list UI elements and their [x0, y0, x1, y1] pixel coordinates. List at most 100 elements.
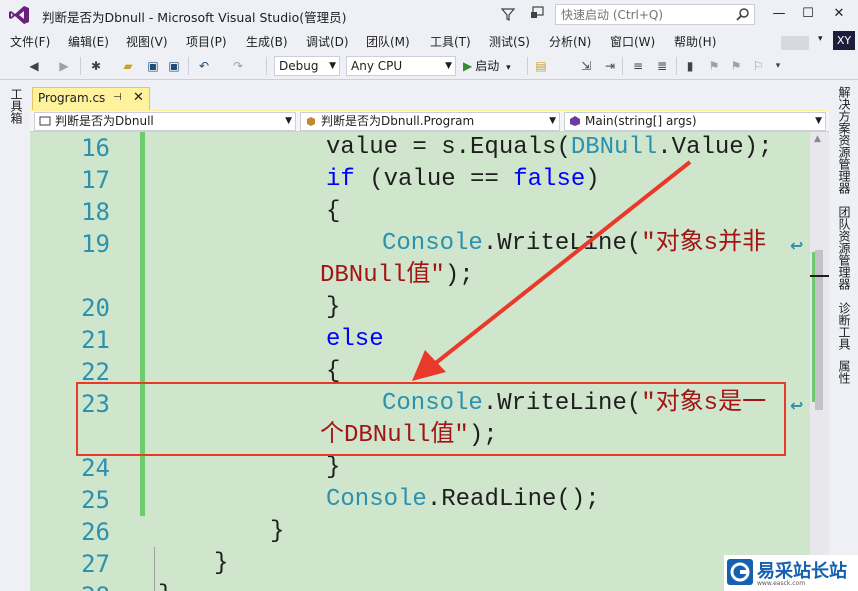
- pin-icon[interactable]: ⊣: [113, 92, 122, 103]
- line-number: 20: [81, 294, 110, 322]
- code-token-string: "对象s并非: [641, 230, 767, 257]
- annotation-highlight-box: [76, 382, 786, 456]
- class-icon: [307, 117, 315, 126]
- scrollbar-caret-marker: [810, 275, 829, 277]
- toolbox-tab[interactable]: 工具箱: [8, 88, 25, 124]
- comment-icon[interactable]: ≡: [630, 58, 646, 74]
- step-over-icon[interactable]: ⇥: [602, 58, 618, 74]
- properties-tab[interactable]: 属性: [836, 360, 853, 384]
- clear-bookmarks-icon[interactable]: ⚐: [750, 58, 766, 74]
- navigate-forward-icon[interactable]: ▶: [56, 58, 72, 74]
- menu-team[interactable]: 团队(M): [366, 33, 410, 50]
- menu-debug[interactable]: 调试(D): [306, 33, 349, 50]
- code-token: (value ==: [354, 166, 514, 193]
- close-button[interactable]: ✕: [828, 4, 850, 24]
- chevron-down-icon: ▼: [445, 61, 452, 71]
- open-file-icon[interactable]: ▰: [120, 58, 136, 74]
- change-tracking-bar: [140, 132, 145, 516]
- code-editor[interactable]: 16 17 18 19 20 21 22 23 24 25 26 27 28 v…: [30, 132, 810, 591]
- line-number: 28: [30, 580, 110, 591]
- find-in-files-icon[interactable]: ▤: [533, 58, 549, 74]
- member-dropdown[interactable]: Main(string[] args) ▼: [564, 112, 826, 131]
- step-into-icon[interactable]: ⇲: [578, 58, 594, 74]
- menu-analyze[interactable]: 分析(N): [549, 33, 591, 50]
- close-icon[interactable]: ✕: [133, 90, 144, 105]
- toolbar-separator: [622, 57, 623, 75]
- navigate-back-icon[interactable]: ◀: [26, 58, 42, 74]
- minimize-button[interactable]: —: [768, 4, 790, 24]
- next-bookmark-icon[interactable]: ⚑: [728, 58, 744, 74]
- code-line-27: }: [214, 550, 229, 577]
- redo-icon[interactable]: ↷: [230, 58, 246, 74]
- menu-project[interactable]: 项目(P): [186, 33, 227, 50]
- code-token-keyword: if: [326, 166, 355, 193]
- type-dropdown-value: 判断是否为Dbnull.Program: [321, 114, 475, 128]
- chevron-down-icon: ▾: [506, 63, 511, 73]
- navigation-bar: 判断是否为Dbnull ▼ 判断是否为Dbnull.Program ▼ Main…: [30, 111, 829, 132]
- project-dropdown[interactable]: 判断是否为Dbnull ▼: [34, 112, 296, 131]
- line-number: 21: [81, 326, 110, 354]
- code-line-20: }: [326, 294, 341, 321]
- standard-toolbar: ◀ ▶ ✱ ▰ ▣ ▣ ↶ ↷ Debug ▼ Any CPU ▼ ▶ 启动 ▾ …: [0, 52, 858, 80]
- code-token-string: DBNull值": [320, 262, 445, 289]
- scrollbar-thumb[interactable]: [815, 250, 823, 410]
- menu-build[interactable]: 生成(B): [246, 33, 288, 50]
- solution-explorer-tab[interactable]: 解决方案资源管理器: [836, 86, 853, 194]
- feedback-icon[interactable]: [530, 5, 546, 21]
- toolbar-separator: [527, 57, 528, 75]
- solution-configuration-select[interactable]: Debug ▼: [274, 56, 340, 76]
- save-all-icon[interactable]: ▣: [166, 58, 182, 74]
- project-dropdown-value: 判断是否为Dbnull: [55, 114, 154, 128]
- menu-window[interactable]: 窗口(W): [610, 33, 655, 50]
- notification-filter-icon[interactable]: [500, 6, 516, 22]
- code-line-28: }: [158, 580, 172, 591]
- quick-launch-box[interactable]: [555, 4, 755, 25]
- bookmark-icon[interactable]: ▮: [682, 58, 698, 74]
- user-name-blurred[interactable]: [781, 36, 809, 50]
- toolbar-separator: [676, 57, 677, 75]
- method-icon: [570, 116, 580, 126]
- menu-edit[interactable]: 编辑(E): [68, 33, 109, 50]
- team-explorer-tab[interactable]: 团队资源管理器: [836, 206, 853, 290]
- code-token: .Value);: [657, 134, 773, 161]
- code-token: );: [444, 262, 474, 289]
- solution-platform-select[interactable]: Any CPU ▼: [346, 56, 456, 76]
- code-token-type: DBNull: [570, 134, 658, 161]
- prev-bookmark-icon[interactable]: ⚑: [706, 58, 722, 74]
- uncomment-icon[interactable]: ≣: [654, 58, 670, 74]
- code-token: value = s.Equals(: [326, 134, 571, 161]
- line-number: 25: [81, 486, 110, 514]
- word-wrap-glyph-icon: ↩: [790, 236, 804, 255]
- tab-program-cs[interactable]: Program.cs ⊣ ✕: [32, 87, 150, 110]
- outlining-guide: [154, 547, 155, 591]
- line-number: 26: [81, 518, 110, 546]
- menu-help[interactable]: 帮助(H): [674, 33, 716, 50]
- code-token-type: Console: [382, 230, 483, 257]
- scroll-up-icon[interactable]: ▲: [814, 134, 821, 144]
- watermark-logo-icon: [727, 559, 753, 585]
- quick-launch-input[interactable]: [556, 5, 726, 24]
- search-icon[interactable]: [736, 7, 750, 21]
- menu-file[interactable]: 文件(F): [10, 33, 50, 50]
- chevron-down-icon: ▼: [549, 116, 556, 126]
- account-dropdown-icon[interactable]: ▾: [818, 34, 823, 44]
- diagnostic-tools-tab[interactable]: 诊断工具: [836, 302, 853, 350]
- undo-icon[interactable]: ↶: [196, 58, 212, 74]
- save-icon[interactable]: ▣: [145, 58, 161, 74]
- avatar[interactable]: XY: [833, 31, 855, 50]
- code-token: ): [585, 166, 600, 193]
- menu-tools[interactable]: 工具(T): [430, 33, 471, 50]
- menu-test[interactable]: 测试(S): [489, 33, 530, 50]
- chevron-down-icon: ▼: [815, 116, 822, 126]
- code-line-25: Console.ReadLine();: [326, 484, 600, 516]
- new-project-icon[interactable]: ✱: [88, 58, 104, 74]
- type-dropdown[interactable]: 判断是否为Dbnull.Program ▼: [300, 112, 560, 131]
- code-line-24: }: [326, 454, 341, 481]
- maximize-button[interactable]: ☐: [797, 4, 819, 24]
- start-button[interactable]: ▶ 启动 ▾: [463, 57, 511, 75]
- code-token: .ReadLine();: [426, 486, 600, 513]
- menu-view[interactable]: 视图(V): [126, 33, 168, 50]
- toolbar-overflow-icon[interactable]: ▾: [770, 58, 786, 74]
- solution-configuration-value: Debug: [279, 59, 319, 73]
- chevron-down-icon: ▼: [285, 116, 292, 126]
